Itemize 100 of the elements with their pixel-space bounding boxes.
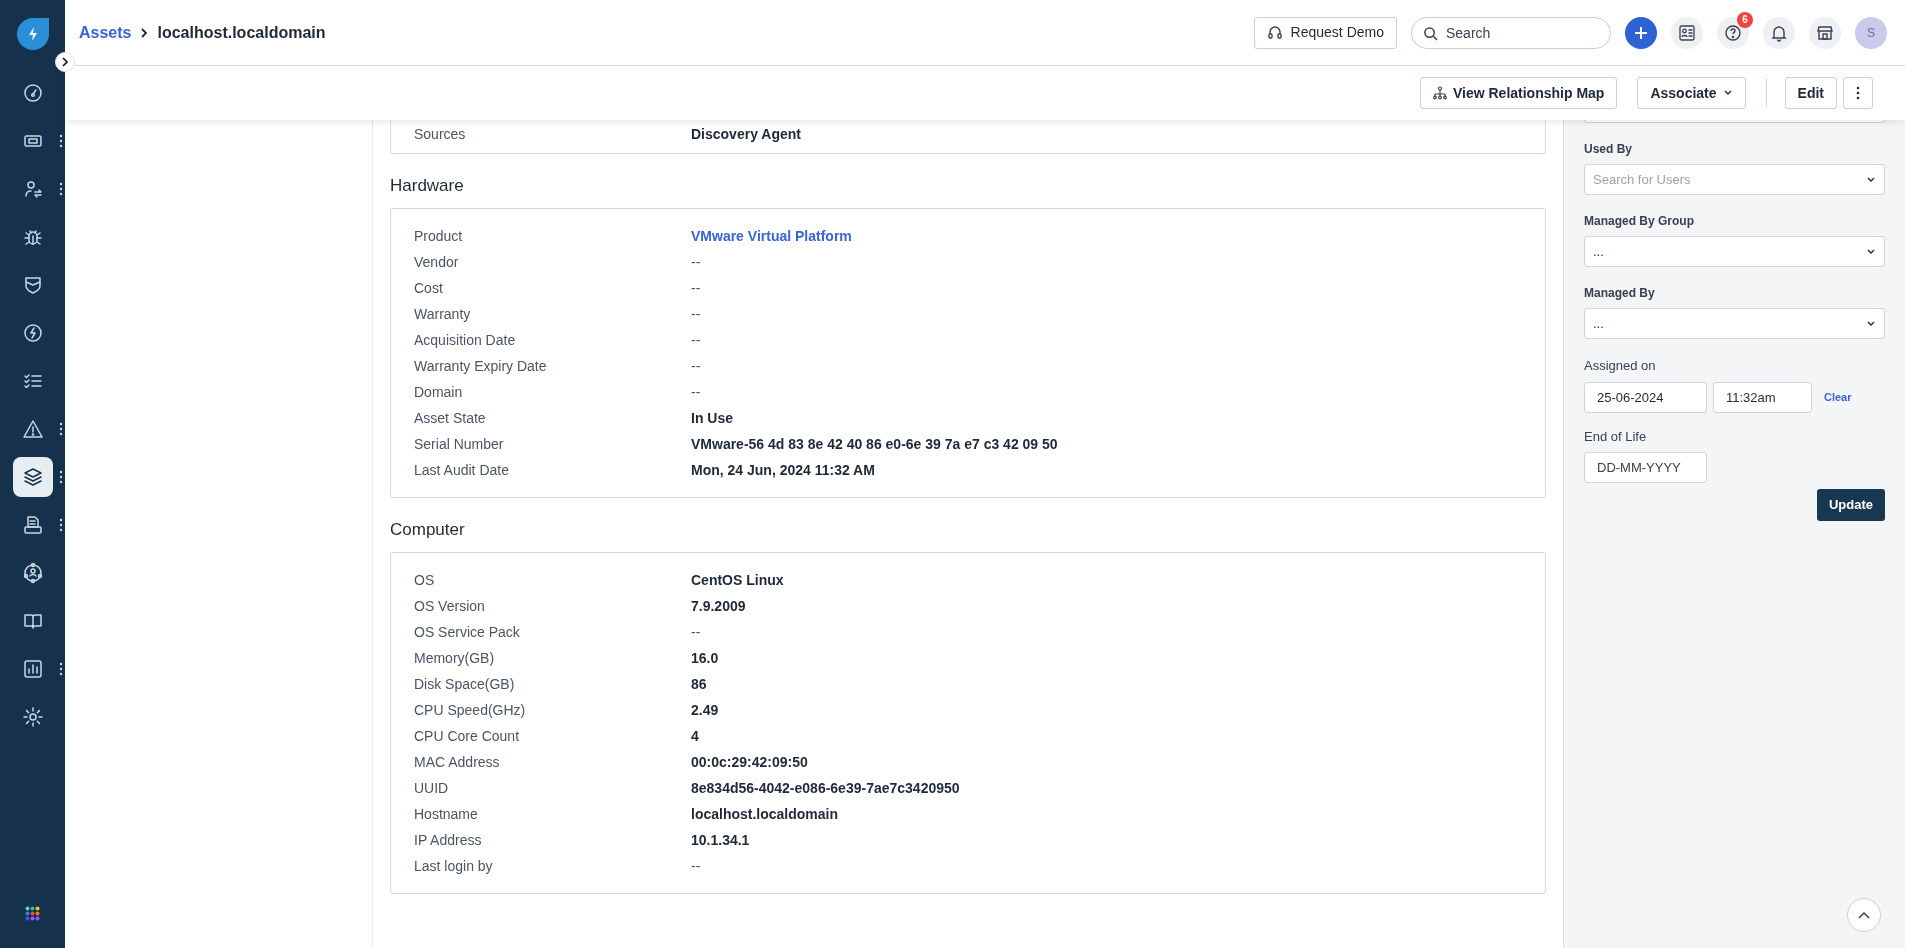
printer-icon [21, 514, 44, 536]
section-heading: Computer [390, 519, 466, 541]
layers-icon [21, 466, 44, 488]
request-demo-button[interactable]: Request Demo [1253, 16, 1397, 49]
chevron-right-icon [61, 57, 69, 67]
edit-button[interactable]: Edit [1784, 77, 1837, 109]
field-label: Used By [1584, 141, 1634, 158]
field-value: In Use [691, 408, 733, 428]
gauge-icon [21, 82, 44, 104]
help-icon [1724, 23, 1742, 42]
bell-icon [1770, 23, 1788, 42]
expand-sidebar-button[interactable] [55, 52, 75, 72]
submenu-dots-icon[interactable] [58, 182, 63, 196]
field-label: Disk Space(GB) [414, 674, 516, 694]
field-value: -- [691, 622, 701, 642]
field-label: Warranty Expiry Date [414, 356, 548, 376]
field-label: End of Life [1584, 427, 1648, 446]
field-label: MAC Address [414, 752, 501, 772]
field-label: Domain [414, 382, 464, 402]
field-label: Sources [414, 124, 467, 144]
field-label: OS Version [414, 596, 486, 616]
chevron-down-icon [1866, 319, 1876, 328]
field-label: CPU Core Count [414, 726, 521, 746]
field-label: Assigned on [1584, 357, 1657, 375]
field-value: 7.9.2009 [691, 596, 746, 616]
field-value: -- [691, 330, 701, 350]
field-value: 00:0c:29:42:09:50 [691, 752, 808, 772]
user-network-icon [21, 562, 44, 584]
field-value: 4 [691, 726, 699, 746]
hierarchy-icon [1432, 86, 1447, 100]
associate-button[interactable]: Associate [1637, 77, 1746, 109]
field-label: IP Address [414, 830, 483, 850]
field-value: -- [691, 856, 701, 876]
field-label: OS [414, 570, 436, 590]
submenu-dots-icon[interactable] [58, 470, 63, 484]
submenu-dots-icon[interactable] [58, 422, 63, 436]
lightning-logo[interactable] [16, 18, 49, 50]
chevron-down-icon [1866, 247, 1876, 256]
field-value: VMware-56 4d 83 8e 42 40 86 e0-6e 39 7a e7 c3 42 09 50 [691, 434, 1058, 454]
notification-badge: 6 [1737, 11, 1753, 28]
field-label: Managed By Group [1584, 213, 1695, 230]
field-value: -- [691, 304, 701, 324]
page-title: localhost.localdomain [157, 22, 326, 43]
chevron-right-icon [139, 26, 150, 39]
contact-card-icon [1678, 23, 1696, 42]
time-field[interactable]: 11:32am [1713, 381, 1812, 413]
plus-icon [1633, 24, 1649, 41]
field-value: -- [691, 356, 701, 376]
field-label: Warranty [414, 304, 472, 324]
warning-icon [21, 418, 44, 440]
contact-card-button[interactable] [1671, 16, 1703, 49]
view-relationship-map-button[interactable]: View Relationship Map [1419, 77, 1618, 109]
field-label: Acquisition Date [414, 330, 517, 350]
field-label: Product [414, 226, 464, 246]
field-label: OS Service Pack [414, 622, 521, 642]
submenu-dots-icon[interactable] [58, 518, 63, 532]
field-value: -- [691, 278, 701, 298]
field-value: localhost.localdomain [691, 804, 839, 824]
field-value: 8e834d56-4042-e086-6e39-7ae7c3420950 [691, 778, 960, 798]
field-label: Last Audit Date [414, 460, 510, 480]
submenu-dots-icon[interactable] [58, 662, 63, 676]
field-value: 16.0 [691, 648, 719, 668]
breadcrumb-link[interactable]: Assets [79, 20, 132, 45]
field-label: Memory(GB) [414, 648, 496, 668]
notifications-button[interactable] [1763, 16, 1795, 49]
search-field[interactable]: Search [1411, 16, 1611, 49]
search-icon [1423, 25, 1438, 41]
chevron-down-icon [1866, 175, 1876, 184]
select-field[interactable]: ... [1584, 308, 1885, 339]
headset-icon [1266, 24, 1283, 41]
clear-link[interactable]: Clear [1824, 388, 1852, 406]
field-value: CentOS Linux [691, 570, 784, 590]
submenu-dots-icon[interactable] [58, 134, 63, 148]
store-button[interactable] [1809, 16, 1841, 49]
field-value: 86 [691, 674, 707, 694]
date-field[interactable]: DD-MM-YYYY [1584, 452, 1707, 483]
store-icon [1816, 23, 1834, 42]
update-button[interactable]: Update [1816, 489, 1885, 521]
help-button[interactable] [1717, 16, 1749, 49]
date-field[interactable]: 25-06-2024 [1584, 381, 1707, 413]
apps-grid-icon[interactable] [24, 906, 41, 922]
field-value-link[interactable]: VMware Virtual Platform [691, 225, 852, 247]
field-label: CPU Speed(GHz) [414, 700, 527, 720]
section-heading: Hardware [390, 175, 465, 197]
field-label: Serial Number [414, 434, 505, 454]
lightning-circle-icon [21, 322, 44, 344]
sidebar-item[interactable] [12, 457, 53, 497]
add-button[interactable] [1625, 16, 1657, 49]
field-value: Mon, 24 Jun, 2024 11:32 AM [691, 460, 875, 480]
chevron-down-icon [1722, 89, 1733, 97]
input-field[interactable] [1584, 120, 1885, 123]
select-field[interactable]: ... [1584, 236, 1885, 267]
chevron-up-icon [1857, 910, 1871, 920]
field-value: -- [691, 252, 701, 272]
field-value: 10.1.34.1 [691, 830, 750, 850]
field-label: Last login by [414, 856, 494, 876]
field-label: Cost [414, 278, 444, 298]
field-value: -- [691, 382, 701, 402]
field-label: Vendor [414, 252, 460, 272]
field-value: Discovery Agent [691, 124, 801, 144]
